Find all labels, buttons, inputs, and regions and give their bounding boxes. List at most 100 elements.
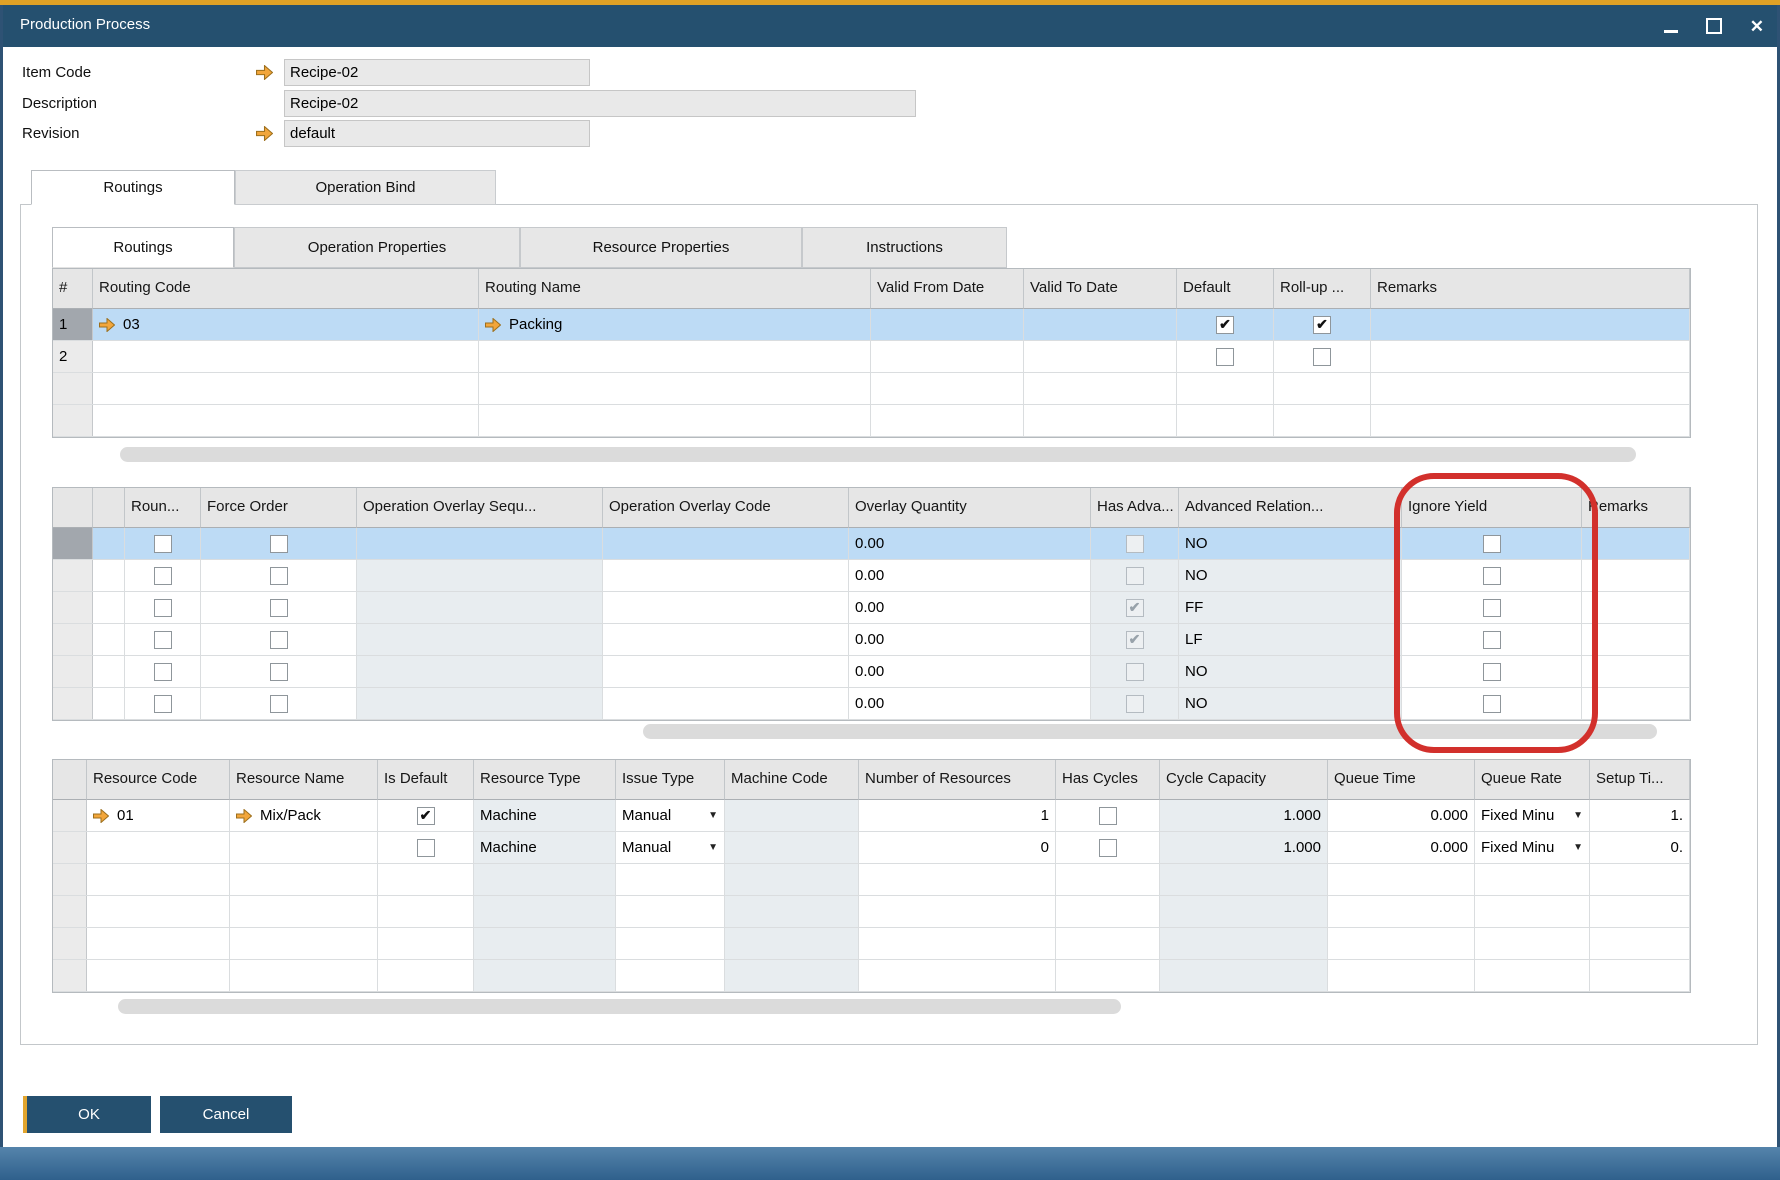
- resource-cell-hascyc[interactable]: [1056, 832, 1160, 863]
- overlay-cell-opcode[interactable]: [603, 592, 849, 623]
- resource-cell-hascyc[interactable]: [1056, 928, 1160, 959]
- checkbox[interactable]: ✔: [1126, 631, 1144, 649]
- routings-cell-default[interactable]: [1177, 405, 1274, 436]
- routings-cell-routing_code[interactable]: [93, 405, 479, 436]
- overlay-cell-round[interactable]: [125, 592, 201, 623]
- checkbox[interactable]: [154, 599, 172, 617]
- routings-col-header-rollup[interactable]: Roll-up ...: [1274, 269, 1371, 309]
- resource-cell-setup[interactable]: 0.: [1590, 832, 1690, 863]
- resource-cell-code[interactable]: [87, 928, 230, 959]
- checkbox[interactable]: ✔: [1313, 316, 1331, 334]
- resource-cell-code[interactable]: [87, 864, 230, 895]
- routings-col-header-routing_name[interactable]: Routing Name: [479, 269, 871, 309]
- routings-cell-routing_code[interactable]: [93, 373, 479, 404]
- resource-cell-rh[interactable]: [53, 800, 87, 831]
- checkbox[interactable]: ✔: [1216, 316, 1234, 334]
- overlay-cell-c0[interactable]: [93, 688, 125, 719]
- resource-cell-rh[interactable]: [53, 960, 87, 991]
- resource-col-header-isdef[interactable]: Is Default: [378, 760, 474, 800]
- overlay-cell-qty[interactable]: 0.00: [849, 688, 1091, 719]
- checkbox[interactable]: [1126, 663, 1144, 681]
- overlay-cell-remarks[interactable]: [1582, 592, 1690, 623]
- resource-col-header-hascyc[interactable]: Has Cycles: [1056, 760, 1160, 800]
- checkbox[interactable]: [154, 535, 172, 553]
- routings-col-header-remarks[interactable]: Remarks: [1371, 269, 1690, 309]
- resource-cell-mcode[interactable]: [725, 864, 859, 895]
- resource-cell-isdef[interactable]: [378, 832, 474, 863]
- checkbox[interactable]: [270, 535, 288, 553]
- resource-cell-setup[interactable]: 1.: [1590, 800, 1690, 831]
- overlay-cell-hasadv[interactable]: [1091, 560, 1179, 591]
- resource-col-header-name[interactable]: Resource Name: [230, 760, 378, 800]
- overlay-col-header-advrel[interactable]: Advanced Relation...: [1179, 488, 1402, 528]
- routings-cell-valid_to[interactable]: [1024, 373, 1177, 404]
- resource-cell-numres[interactable]: 1: [859, 800, 1056, 831]
- resource-cell-qrate[interactable]: [1475, 928, 1590, 959]
- checkbox[interactable]: [1099, 839, 1117, 857]
- resource-cell-setup[interactable]: [1590, 928, 1690, 959]
- resource-cell-qtime[interactable]: 0.000: [1328, 832, 1475, 863]
- resource-cell-itype[interactable]: [616, 864, 725, 895]
- overlay-cell-advrel[interactable]: NO: [1179, 656, 1402, 687]
- overlay-cell-force[interactable]: [201, 592, 357, 623]
- overlay-cell-rh[interactable]: [53, 656, 93, 687]
- subtab-operation-properties[interactable]: Operation Properties: [234, 227, 520, 268]
- resource-cell-numres[interactable]: [859, 896, 1056, 927]
- subtab-instructions[interactable]: Instructions: [802, 227, 1007, 268]
- overlay-cell-opseq[interactable]: [357, 688, 603, 719]
- resource-cell-rtype[interactable]: Machine: [474, 800, 616, 831]
- item-code-field[interactable]: Recipe-02: [284, 59, 590, 86]
- overlay-cell-round[interactable]: [125, 656, 201, 687]
- resource-cell-name[interactable]: [230, 960, 378, 991]
- routings-cell-valid_from[interactable]: [871, 405, 1024, 436]
- overlay-cell-opseq[interactable]: [357, 528, 603, 559]
- overlay-col-header-rh[interactable]: [53, 488, 93, 528]
- overlay-cell-opcode[interactable]: [603, 624, 849, 655]
- resource-col-header-itype[interactable]: Issue Type: [616, 760, 725, 800]
- routings-table-hscrollbar[interactable]: [120, 447, 1636, 462]
- resources-table-hscrollbar[interactable]: [118, 999, 1121, 1014]
- resource-cell-cyccap[interactable]: 1.000: [1160, 832, 1328, 863]
- resource-col-header-qrate[interactable]: Queue Rate: [1475, 760, 1590, 800]
- link-arrow-icon[interactable]: [256, 126, 273, 141]
- resource-cell-rtype[interactable]: Machine: [474, 832, 616, 863]
- overlay-cell-hasadv[interactable]: [1091, 528, 1179, 559]
- routings-col-header-valid_to[interactable]: Valid To Date: [1024, 269, 1177, 309]
- overlay-cell-c0[interactable]: [93, 656, 125, 687]
- overlay-cell-hasadv[interactable]: ✔: [1091, 592, 1179, 623]
- routings-cell-remarks[interactable]: [1371, 405, 1690, 436]
- overlay-cell-advrel[interactable]: FF: [1179, 592, 1402, 623]
- overlay-cell-qty[interactable]: 0.00: [849, 624, 1091, 655]
- tab-operation-bind[interactable]: Operation Bind: [235, 170, 496, 205]
- overlay-cell-opseq[interactable]: [357, 560, 603, 591]
- routings-col-header-routing_code[interactable]: Routing Code: [93, 269, 479, 309]
- checkbox[interactable]: [1483, 567, 1501, 585]
- resource-cell-qrate[interactable]: [1475, 864, 1590, 895]
- routings-cell-default[interactable]: [1177, 373, 1274, 404]
- overlay-cell-round[interactable]: [125, 624, 201, 655]
- overlay-cell-remarks[interactable]: [1582, 560, 1690, 591]
- checkbox[interactable]: [270, 663, 288, 681]
- checkbox[interactable]: [1313, 348, 1331, 366]
- overlay-cell-hasadv[interactable]: [1091, 688, 1179, 719]
- checkbox[interactable]: ✔: [417, 807, 435, 825]
- resource-cell-itype[interactable]: [616, 960, 725, 991]
- checkbox[interactable]: ✔: [1126, 599, 1144, 617]
- resource-cell-rh[interactable]: [53, 928, 87, 959]
- resource-cell-rtype[interactable]: [474, 896, 616, 927]
- overlay-cell-force[interactable]: [201, 528, 357, 559]
- description-field[interactable]: Recipe-02: [284, 90, 916, 117]
- overlay-cell-advrel[interactable]: NO: [1179, 688, 1402, 719]
- overlay-cell-opseq[interactable]: [357, 624, 603, 655]
- resource-cell-cyccap[interactable]: [1160, 960, 1328, 991]
- link-arrow-icon[interactable]: [485, 318, 501, 332]
- overlay-col-header-opcode[interactable]: Operation Overlay Code: [603, 488, 849, 528]
- overlay-cell-c0[interactable]: [93, 528, 125, 559]
- routings-cell-num[interactable]: [53, 405, 93, 436]
- link-arrow-icon[interactable]: [93, 809, 109, 823]
- overlay-cell-rh[interactable]: [53, 528, 93, 559]
- resource-cell-qrate[interactable]: Fixed Minu▼: [1475, 800, 1590, 831]
- dropdown-arrow-icon[interactable]: ▼: [704, 810, 718, 821]
- close-icon[interactable]: ✕: [1750, 18, 1764, 35]
- resource-cell-mcode[interactable]: [725, 896, 859, 927]
